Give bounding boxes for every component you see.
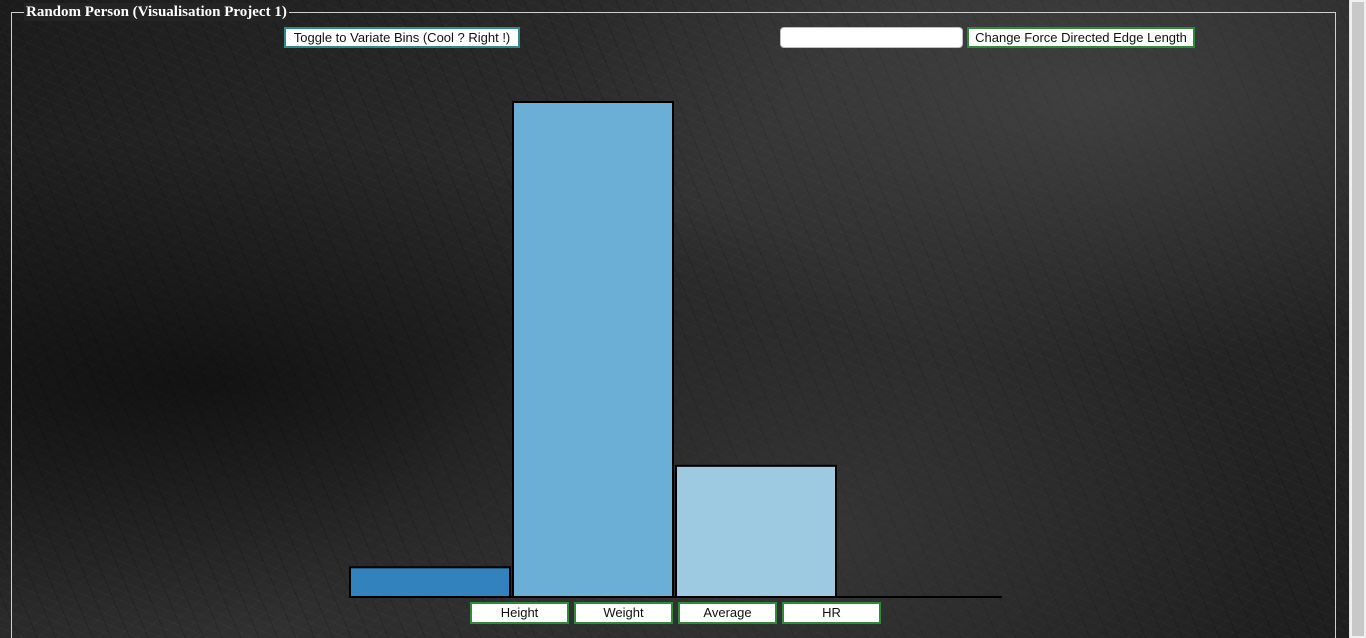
bar-1 bbox=[512, 101, 674, 598]
weight-button[interactable]: Weight bbox=[574, 602, 673, 624]
scrollbar-thumb[interactable] bbox=[1352, 2, 1364, 636]
bar-chart bbox=[349, 101, 1002, 599]
average-button[interactable]: Average bbox=[678, 602, 777, 624]
hr-button[interactable]: HR bbox=[782, 602, 881, 624]
height-button[interactable]: Height bbox=[470, 602, 569, 624]
bar-2 bbox=[675, 464, 837, 599]
bar-0 bbox=[349, 566, 511, 598]
vertical-scrollbar[interactable] bbox=[1349, 0, 1366, 638]
